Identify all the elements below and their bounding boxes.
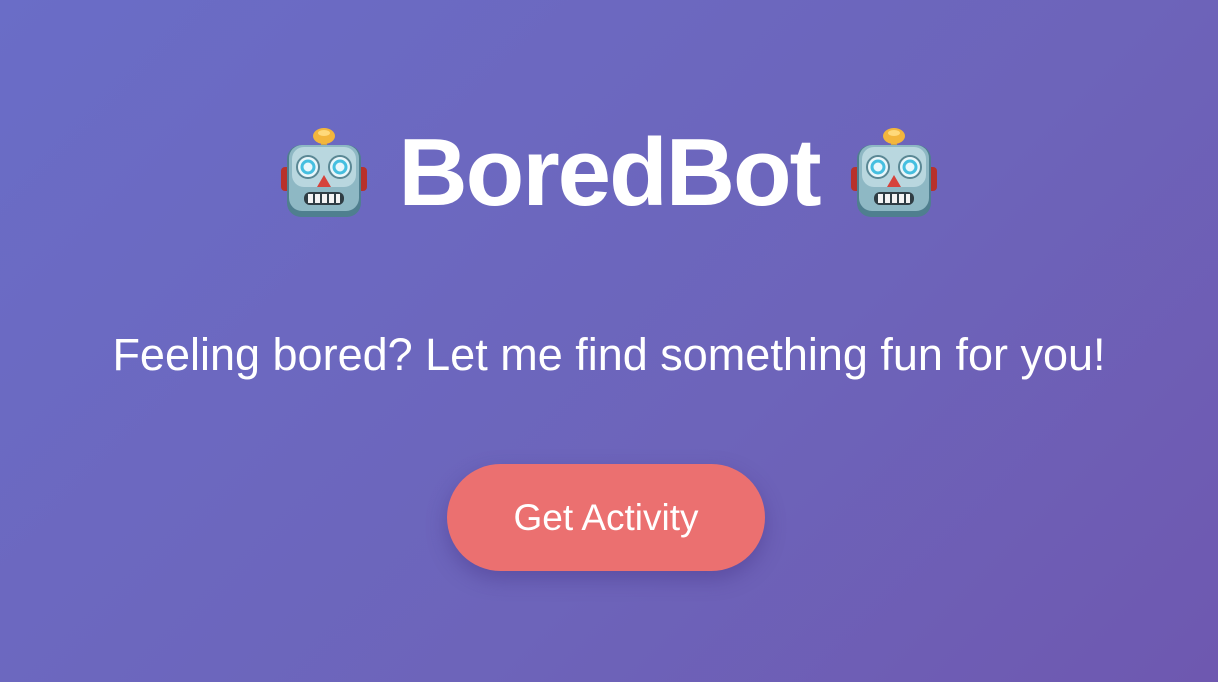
boredbot-page: BoredBot Feeling bored? Let me find some… <box>0 0 1218 682</box>
robot-icon <box>281 127 368 217</box>
header: BoredBot <box>0 120 1218 225</box>
robot-icon <box>850 127 937 217</box>
get-activity-button[interactable]: Get Activity <box>447 464 765 571</box>
tagline: Feeling bored? Let me find something fun… <box>112 329 1106 380</box>
app-title: BoredBot <box>398 118 821 226</box>
